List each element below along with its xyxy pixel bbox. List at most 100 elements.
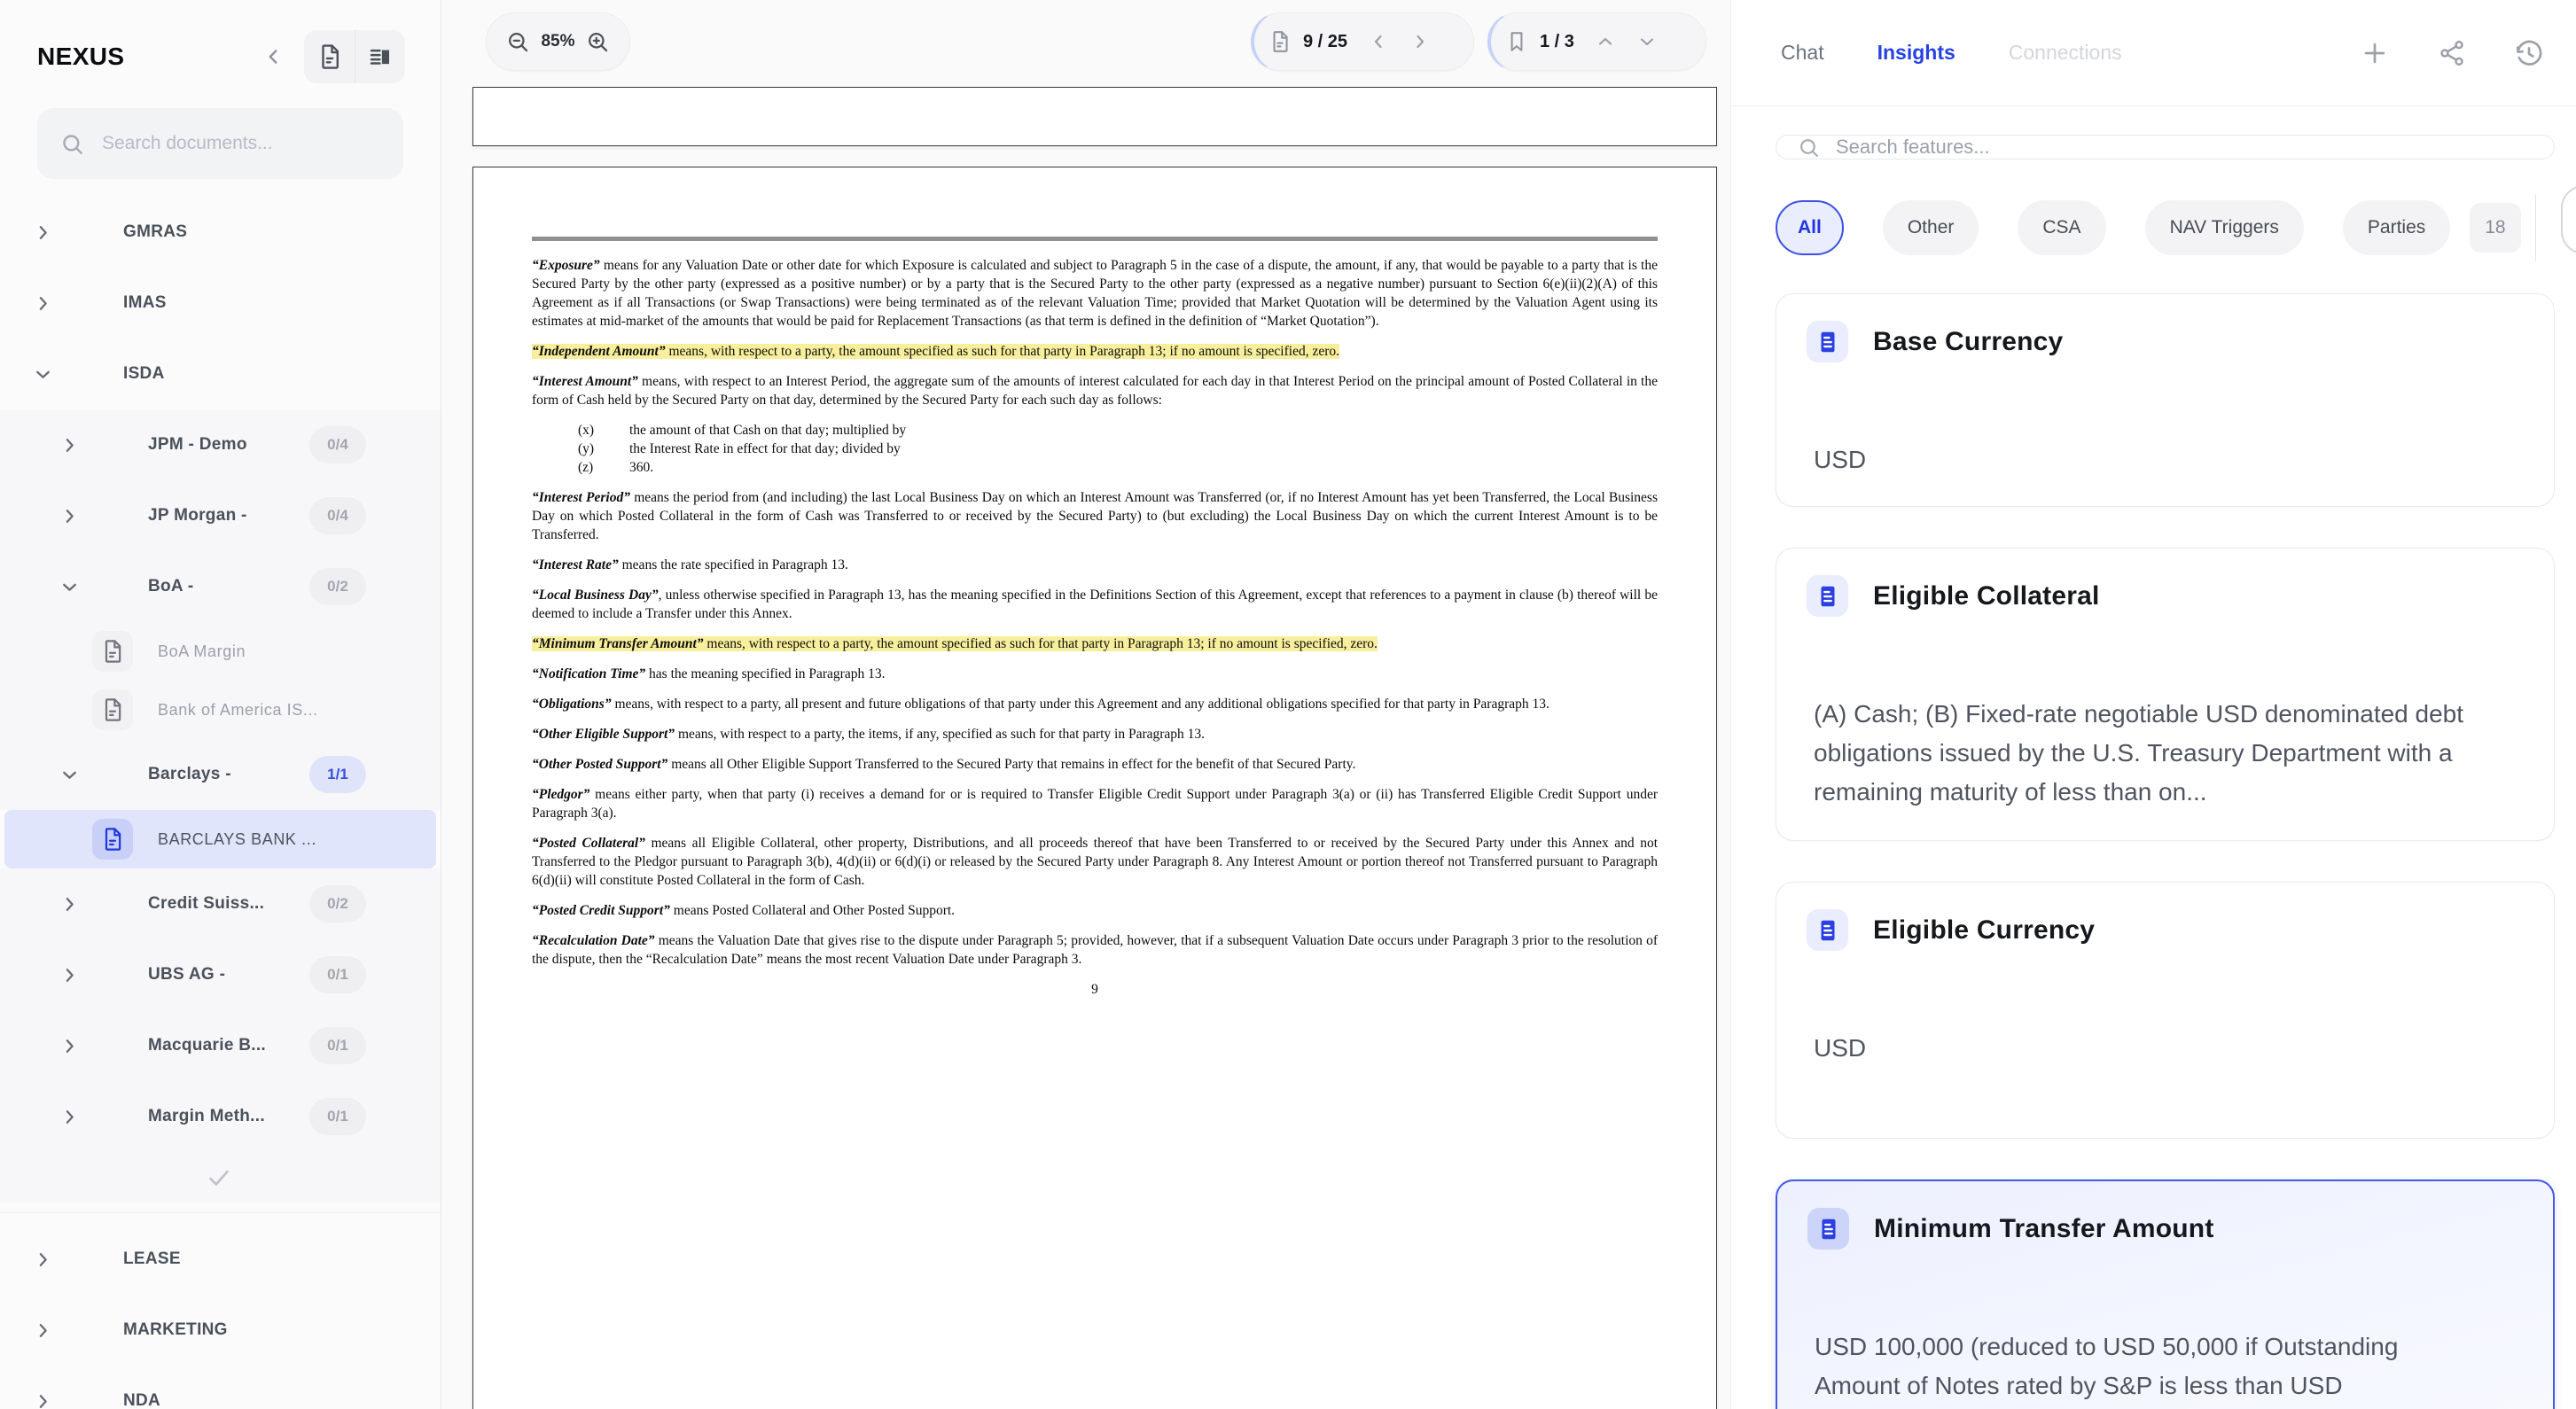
card-header: Eligible Collateral: [1807, 575, 2524, 617]
definition-paragraph: “Interest Amount” means, with respect to…: [532, 372, 1658, 409]
defined-term: “Interest Amount”: [532, 374, 638, 389]
view-toggle-group: [304, 30, 405, 83]
sublist-item: (x)the amount of that Cash on that day; …: [578, 421, 1658, 440]
definition-paragraph: “Pledgor” means either party, when that …: [532, 785, 1658, 822]
tree-check-row[interactable]: [0, 1152, 441, 1203]
tree-group-margin-meth[interactable]: Margin Meth...0/1: [0, 1081, 441, 1152]
tree-divider: [0, 1212, 441, 1213]
defined-term: “Other Eligible Support”: [532, 727, 675, 742]
tree-group-lease[interactable]: LEASE: [0, 1224, 441, 1295]
definition-paragraph: “Other Eligible Support” means, with res…: [532, 725, 1658, 743]
progress-badge: 0/1: [309, 1098, 366, 1135]
defined-term: “Interest Rate”: [532, 557, 619, 572]
tree-document-bank-of-america-is[interactable]: Bank of America IS...: [0, 681, 441, 739]
toggle-visibility-button[interactable]: [2561, 185, 2576, 254]
feature-doc-icon: [1807, 909, 1848, 951]
search-icon: [60, 132, 84, 156]
insights-header: Chat Insights Connections: [1731, 0, 2576, 106]
definition-paragraph: “Local Business Day”, unless otherwise s…: [532, 586, 1658, 623]
chevron-down-icon: [59, 576, 81, 598]
feature-card-base-currency[interactable]: Base Currency USD: [1776, 293, 2555, 507]
add-icon[interactable]: [2360, 38, 2390, 68]
tree-group-label: GMRAS: [123, 222, 187, 242]
tree-group-boa[interactable]: BoA -0/2: [0, 551, 441, 622]
feature-card-eligible-currency[interactable]: Eligible CurrencyUSD: [1776, 882, 2555, 1139]
definition-paragraph: “Posted Collateral” means all Eligible C…: [532, 834, 1658, 890]
tree-group-label: LEASE: [123, 1249, 181, 1269]
tab-insights[interactable]: Insights: [1877, 41, 1955, 65]
filter-chip-all[interactable]: All: [1776, 200, 1844, 255]
tree-group-jp-morgan[interactable]: JP Morgan -0/4: [0, 480, 441, 551]
tree-group-gmras[interactable]: GMRAS: [0, 197, 441, 268]
document-tree: GMRAS IMAS ISDA JPM - Demo0/4JP Morgan -0/4…: [0, 197, 441, 1409]
card-header: Eligible Currency: [1807, 909, 2524, 951]
tree-group-label: ISDA: [123, 364, 165, 384]
filter-chip-other[interactable]: Other: [1883, 200, 1979, 255]
progress-badge: 0/2: [309, 885, 366, 922]
feature-card-minimum-transfer-amount[interactable]: Minimum Transfer Amount USD 100,000 (redu…: [1776, 1179, 2555, 1409]
feature-search-box[interactable]: [1776, 135, 2555, 160]
definition-paragraph: “Obligations” means, with respect to a p…: [532, 695, 1658, 713]
tree-group-label: MARKETING: [123, 1320, 228, 1340]
defined-term: “Notification Time”: [532, 666, 645, 681]
zoom-out-icon[interactable]: [506, 30, 530, 54]
chevron-right-icon: [59, 505, 81, 527]
file-icon: [92, 819, 133, 860]
previous-bookmark-button[interactable]: [1595, 31, 1616, 52]
tree-group-credit-suiss[interactable]: Credit Suiss...0/2: [0, 868, 441, 939]
filter-chip-csa[interactable]: CSA: [2018, 200, 2105, 255]
collapse-sidebar-button[interactable]: [262, 45, 285, 68]
tree-group-marketing[interactable]: MARKETING: [0, 1295, 441, 1366]
share-icon[interactable]: [2438, 39, 2466, 67]
previous-page-button[interactable]: [1368, 31, 1389, 52]
tab-chat[interactable]: Chat: [1781, 41, 1824, 65]
zoom-level: 85%: [541, 32, 574, 51]
definition-paragraph-highlighted: “Independent Amount” means, with respect…: [532, 342, 1658, 361]
definition-paragraph: “Interest Period” means the period from …: [532, 488, 1658, 544]
document-label: BoA Margin: [158, 642, 246, 661]
insights-panel: Chat Insights Connections All Other CSA NAV…: [1730, 0, 2576, 1409]
card-header: Base Currency: [1807, 321, 2524, 362]
document-search-box[interactable]: [37, 108, 403, 179]
tree-group-isda[interactable]: ISDA: [0, 339, 441, 409]
tree-group-jpm-demo[interactable]: JPM - Demo0/4: [0, 409, 441, 480]
progress-badge: 0/4: [309, 426, 366, 463]
chevron-right-icon: [32, 1390, 54, 1409]
tree-group-macquarie-b[interactable]: Macquarie B...0/1: [0, 1010, 441, 1081]
next-page-button[interactable]: [1409, 31, 1431, 52]
sidebar-header: NEXUS: [0, 0, 441, 83]
file-icon: [92, 631, 133, 672]
feature-card-eligible-collateral[interactable]: Eligible Collateral(A) Cash; (B) Fixed-r…: [1776, 548, 2555, 841]
zoom-in-icon[interactable]: [586, 30, 610, 54]
defined-term: “Exposure”: [532, 258, 600, 273]
card-title: Minimum Transfer Amount: [1874, 1214, 2214, 1244]
defined-term: “Minimum Transfer Amount”: [532, 636, 704, 651]
tab-connections[interactable]: Connections: [2009, 41, 2122, 65]
card-value: USD: [1807, 440, 2467, 479]
document-text: “Exposure” means for any Valuation Date …: [532, 256, 1658, 999]
filter-chip-parties[interactable]: Parties: [2343, 200, 2450, 255]
tree-document-boa-margin[interactable]: BoA Margin: [0, 622, 441, 681]
tree-group-ubs-ag[interactable]: UBS AG -0/1: [0, 939, 441, 1010]
feature-search-input[interactable]: [1836, 136, 2533, 159]
filter-chip-nav-triggers[interactable]: NAV Triggers: [2145, 200, 2304, 255]
chevron-down-icon: [59, 764, 81, 786]
tree-group-nda[interactable]: NDA: [0, 1366, 441, 1409]
document-view-button[interactable]: [304, 30, 355, 83]
tree-document-barclays-bank[interactable]: BARCLAYS BANK ...: [4, 810, 436, 868]
tree-group-barclays[interactable]: Barclays -1/1: [0, 739, 441, 810]
split-view-button[interactable]: [355, 30, 405, 83]
next-bookmark-button[interactable]: [1636, 31, 1658, 52]
definition-paragraph: “Exposure” means for any Valuation Date …: [532, 256, 1658, 331]
card-value: USD 100,000 (reduced to USD 50,000 if Ou…: [1807, 1327, 2468, 1405]
definition-paragraph: “Posted Credit Support” means Posted Col…: [532, 901, 1658, 920]
page-number: 9: [532, 980, 1658, 999]
card-title: Base Currency: [1873, 327, 2063, 357]
history-icon[interactable]: [2514, 38, 2544, 68]
pdf-page: “Exposure” means for any Valuation Date …: [472, 167, 1717, 1409]
defined-term: “Independent Amount”: [532, 344, 666, 359]
feature-filter-chips: AllOtherCSANAV TriggersParties18: [1776, 194, 2576, 261]
tree-group-imas[interactable]: IMAS: [0, 268, 441, 339]
defined-term: “Local Business Day”: [532, 588, 659, 603]
document-search-input[interactable]: [102, 133, 380, 154]
